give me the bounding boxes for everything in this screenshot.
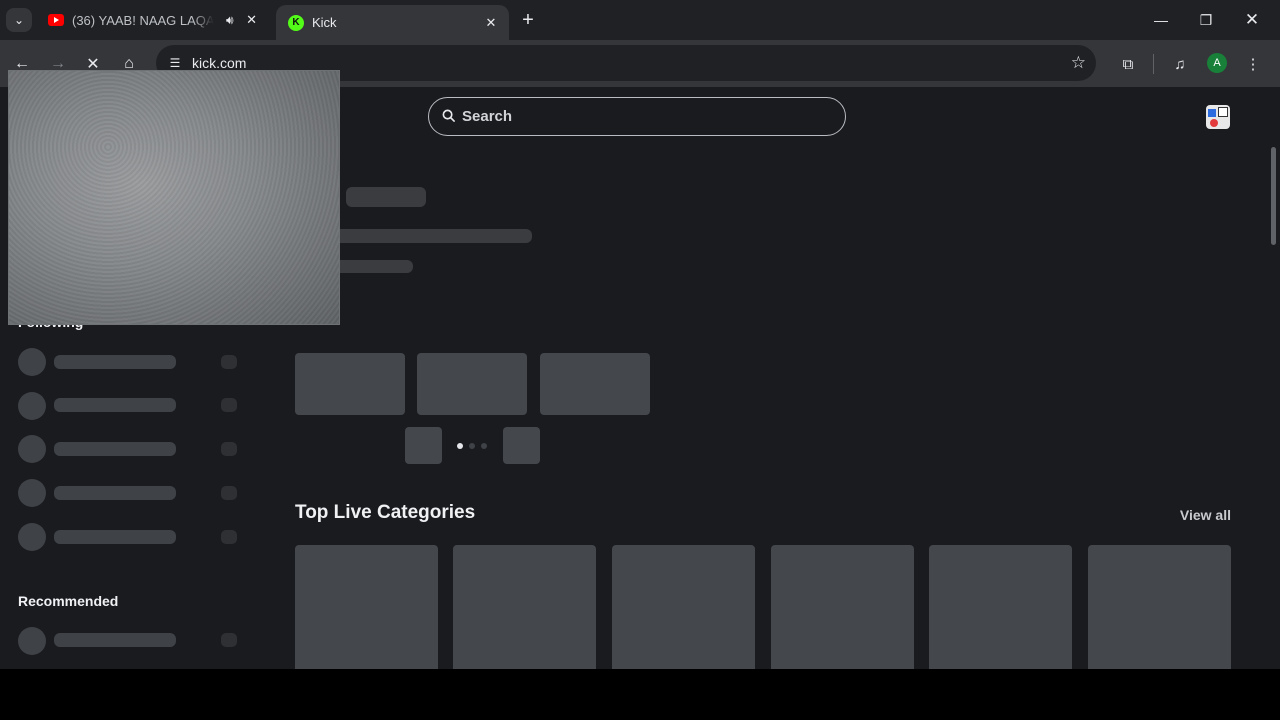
view-all-link[interactable]: View all bbox=[1180, 507, 1231, 523]
carousel-dot[interactable] bbox=[457, 443, 463, 449]
tab-kick[interactable]: K Kick ✕ bbox=[276, 5, 509, 40]
viewer-count-skeleton bbox=[221, 355, 237, 369]
chevron-down-icon: ⌄ bbox=[13, 13, 25, 27]
viewer-count-skeleton bbox=[221, 398, 237, 412]
browser-tab-strip: ⌄ (36) YAAB! NAAG LAQABA I 🔊︎ ✕ K Kick ✕… bbox=[0, 0, 1280, 40]
featured-skeleton-title bbox=[346, 187, 426, 207]
channel-avatar-skeleton[interactable] bbox=[18, 523, 46, 551]
channel-name-skeleton bbox=[54, 633, 176, 647]
tab-youtube[interactable]: (36) YAAB! NAAG LAQABA I 🔊︎ ✕ bbox=[40, 0, 270, 40]
profile-avatar[interactable]: A bbox=[1207, 53, 1227, 73]
carousel-skeleton-card[interactable] bbox=[417, 353, 527, 415]
channel-avatar-skeleton[interactable] bbox=[18, 479, 46, 507]
category-card-skeleton[interactable] bbox=[295, 545, 438, 669]
channel-name-skeleton bbox=[54, 398, 176, 412]
more-vertical-icon: ⋮ bbox=[1245, 56, 1261, 73]
youtube-icon bbox=[48, 14, 64, 26]
channel-name-skeleton bbox=[54, 355, 176, 369]
channel-avatar-skeleton[interactable] bbox=[18, 392, 46, 420]
channel-avatar-skeleton[interactable] bbox=[18, 348, 46, 376]
minimize-icon: — bbox=[1154, 12, 1168, 28]
featured-skeleton-line bbox=[320, 229, 532, 243]
close-window-button[interactable]: ✕ bbox=[1229, 0, 1275, 40]
viewer-count-skeleton bbox=[221, 486, 237, 500]
tab-search-button[interactable]: ⌄ bbox=[6, 8, 32, 32]
category-card-skeleton[interactable] bbox=[1088, 545, 1231, 669]
category-card-skeleton[interactable] bbox=[612, 545, 755, 669]
channel-avatar-skeleton[interactable] bbox=[18, 435, 46, 463]
letterbox-bar bbox=[0, 669, 1280, 720]
carousel-dot[interactable] bbox=[469, 443, 475, 449]
media-control-button[interactable]: ♫ bbox=[1167, 51, 1193, 77]
viewer-count-skeleton bbox=[221, 442, 237, 456]
webcam-overlay bbox=[8, 70, 340, 325]
extensions-button[interactable]: ⧉ bbox=[1115, 51, 1141, 77]
channel-avatar-skeleton[interactable] bbox=[18, 627, 46, 655]
page-scrollbar[interactable] bbox=[1271, 147, 1276, 245]
restore-button[interactable]: ❐ bbox=[1183, 0, 1229, 40]
viewer-count-skeleton bbox=[221, 530, 237, 544]
new-tab-button[interactable]: + bbox=[516, 8, 540, 32]
close-icon: ✕ bbox=[1244, 10, 1260, 29]
search-input[interactable]: Search bbox=[428, 97, 846, 136]
category-card-skeleton[interactable] bbox=[929, 545, 1072, 669]
user-avatar[interactable] bbox=[1206, 105, 1230, 129]
minimize-button[interactable]: — bbox=[1138, 0, 1184, 40]
close-icon[interactable]: ✕ bbox=[481, 13, 501, 33]
media-queue-icon: ♫ bbox=[1174, 55, 1186, 73]
toolbar-divider bbox=[1153, 54, 1154, 74]
restore-icon: ❐ bbox=[1199, 11, 1213, 28]
star-icon[interactable]: ☆ bbox=[1071, 53, 1086, 73]
channel-name-skeleton bbox=[54, 530, 176, 544]
screen: ⌄ (36) YAAB! NAAG LAQABA I 🔊︎ ✕ K Kick ✕… bbox=[0, 0, 1280, 720]
viewer-count-skeleton bbox=[221, 633, 237, 647]
carousel-prev-button[interactable] bbox=[405, 427, 442, 464]
tab-title: (36) YAAB! NAAG LAQABA I bbox=[72, 12, 214, 28]
channel-name-skeleton bbox=[54, 442, 176, 456]
category-card-skeleton[interactable] bbox=[771, 545, 914, 669]
tab-title: Kick bbox=[312, 15, 337, 30]
speaker-icon[interactable]: 🔊︎ bbox=[226, 13, 234, 28]
channel-name-skeleton bbox=[54, 486, 176, 500]
carousel-dot[interactable] bbox=[481, 443, 487, 449]
close-icon[interactable]: ✕ bbox=[242, 10, 262, 30]
puzzle-icon: ⧉ bbox=[1122, 55, 1134, 73]
kick-icon: K bbox=[288, 14, 304, 31]
carousel-skeleton-card[interactable] bbox=[540, 353, 650, 415]
search-placeholder: Search bbox=[462, 108, 513, 125]
url-text[interactable]: kick.com bbox=[192, 55, 246, 71]
top-live-categories-title: Top Live Categories bbox=[295, 502, 476, 523]
category-card-skeleton[interactable] bbox=[453, 545, 596, 669]
plus-icon: + bbox=[522, 8, 534, 31]
search-icon bbox=[442, 109, 455, 122]
menu-button[interactable]: ⋮ bbox=[1240, 51, 1266, 77]
carousel-skeleton-card[interactable] bbox=[295, 353, 405, 415]
carousel-next-button[interactable] bbox=[503, 427, 540, 464]
sidebar-recommended-heading: Recommended bbox=[18, 593, 119, 609]
